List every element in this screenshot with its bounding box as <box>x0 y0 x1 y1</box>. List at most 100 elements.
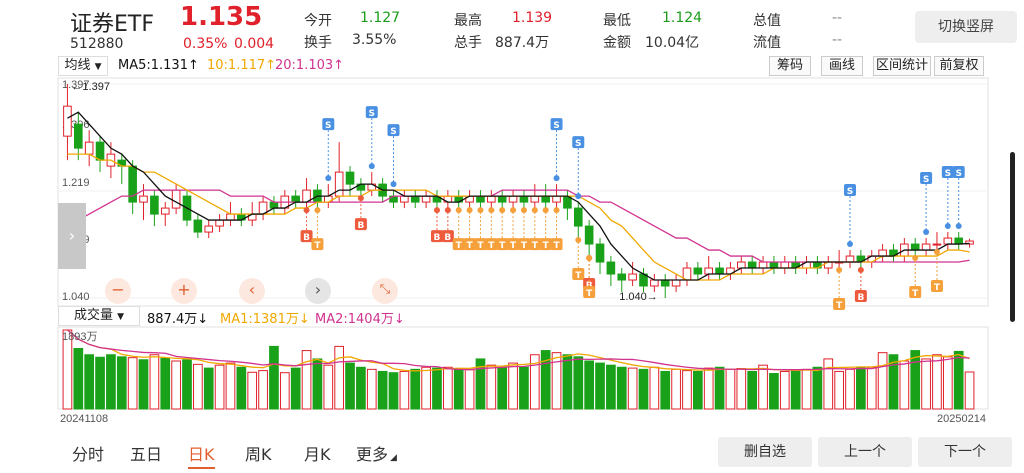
tab-period[interactable]: 五日 <box>130 441 162 465</box>
candle <box>660 274 670 298</box>
volume-bar <box>627 367 638 410</box>
kline-chart[interactable]: 1.3971.3061.2191.1291.040←1.3971.040→SSS… <box>0 0 1024 433</box>
chevron-right-icon: › <box>314 280 322 299</box>
signal-t-marker[interactable]: T <box>572 237 585 281</box>
candle <box>671 274 681 293</box>
volume-ma1-line <box>67 329 970 372</box>
signal-b-marker[interactable]: B <box>300 207 313 243</box>
price-axis-label: 1.040 <box>62 291 90 303</box>
volume-bar <box>769 373 779 410</box>
volume-bar <box>921 358 931 410</box>
volume-bar <box>801 368 812 410</box>
signal-t-marker[interactable]: T <box>550 207 563 251</box>
candle <box>910 238 920 257</box>
scroll-left-button[interactable]: ‹ <box>239 278 265 304</box>
signal-t-marker[interactable]: T <box>485 207 498 251</box>
candle <box>302 178 311 209</box>
signal-s-marker[interactable]: S <box>322 118 335 182</box>
volume-bar <box>160 358 171 410</box>
signal-b-marker[interactable]: B <box>430 207 443 243</box>
candle <box>932 232 942 251</box>
volume-bar <box>649 366 660 410</box>
svg-text:B: B <box>857 293 864 303</box>
svg-text:S: S <box>369 109 375 119</box>
volume-bar <box>334 345 345 410</box>
candle <box>639 268 648 293</box>
tab-period[interactable]: 更多 ◢ <box>356 441 397 465</box>
zoom-in-button[interactable]: + <box>171 278 197 304</box>
remove-watchlist-button[interactable]: 删自选 <box>718 437 812 467</box>
signal-t-marker[interactable]: T <box>583 255 596 299</box>
signal-t-marker[interactable]: T <box>463 207 476 251</box>
signal-s-marker[interactable]: S <box>572 136 585 200</box>
signal-s-marker[interactable]: S <box>920 172 933 236</box>
signal-t-marker[interactable]: T <box>311 207 324 251</box>
signal-t-marker[interactable]: T <box>452 207 465 251</box>
next-button[interactable]: 下一个 <box>918 437 1012 467</box>
candle <box>802 256 811 275</box>
signal-b-marker[interactable]: B <box>354 195 367 231</box>
svg-text:T: T <box>499 241 506 251</box>
plus-icon: + <box>177 280 191 299</box>
volume-bar <box>877 352 888 410</box>
zoom-out-button[interactable]: − <box>105 278 131 304</box>
previous-button[interactable]: 上一个 <box>818 437 912 467</box>
signal-s-marker[interactable]: S <box>844 184 857 248</box>
signal-t-marker[interactable]: T <box>528 207 541 251</box>
signal-s-marker[interactable]: S <box>941 166 954 230</box>
volume-bar <box>638 368 649 410</box>
signal-s-marker[interactable]: S <box>387 124 400 188</box>
svg-text:T: T <box>467 241 474 251</box>
tab-period[interactable]: 周K <box>245 441 272 465</box>
tab-period[interactable]: 日K <box>188 441 215 469</box>
signal-s-marker[interactable]: S <box>365 106 378 170</box>
volume-bar <box>747 370 758 410</box>
signal-b-marker[interactable]: B <box>854 267 867 303</box>
candle <box>943 232 953 251</box>
svg-text:B: B <box>303 233 310 243</box>
signal-s-marker[interactable]: S <box>550 118 563 182</box>
volume-bar <box>464 369 475 410</box>
signal-b-marker[interactable]: B <box>441 207 454 243</box>
svg-text:T: T <box>510 241 517 251</box>
svg-text:T: T <box>532 241 539 251</box>
candle <box>584 220 594 257</box>
candle <box>693 262 703 281</box>
svg-text:S: S <box>847 187 853 197</box>
volume-bar <box>171 360 181 410</box>
volume-bar <box>573 356 584 410</box>
signal-t-marker[interactable]: T <box>474 207 487 251</box>
signal-t-marker[interactable]: T <box>517 207 530 251</box>
signal-t-marker[interactable]: T <box>539 207 552 251</box>
min-price-marker: 1.040→ <box>619 291 658 303</box>
volume-bar <box>312 358 323 410</box>
volume-bar <box>910 350 921 410</box>
signal-t-marker[interactable]: T <box>496 207 509 251</box>
volume-bar <box>443 366 453 410</box>
svg-text:T: T <box>912 289 919 299</box>
signal-t-marker[interactable]: T <box>833 267 846 311</box>
scroll-right-button[interactable]: › <box>305 278 331 304</box>
volume-bar <box>834 370 844 410</box>
candle <box>595 238 605 275</box>
volume-bar <box>388 372 399 410</box>
scrollbar[interactable] <box>1010 152 1015 322</box>
volume-bar <box>866 366 877 410</box>
tab-period[interactable]: 月K <box>304 441 331 465</box>
volume-bar <box>736 368 747 410</box>
left-expand-handle[interactable]: › <box>58 203 86 269</box>
candle <box>215 214 224 233</box>
collapse-button[interactable]: ⤡ <box>372 278 398 304</box>
candle <box>813 256 822 275</box>
candle <box>476 190 485 209</box>
candle <box>63 84 72 161</box>
svg-text:S: S <box>955 169 961 179</box>
volume-bar <box>279 372 290 410</box>
volume-bar <box>595 362 605 410</box>
signal-s-marker[interactable]: S <box>952 166 965 230</box>
tab-period[interactable]: 分时 <box>72 441 104 465</box>
signal-t-marker[interactable]: T <box>507 207 520 251</box>
volume-bar <box>497 366 508 410</box>
svg-text:S: S <box>923 175 929 185</box>
svg-text:S: S <box>390 127 396 137</box>
